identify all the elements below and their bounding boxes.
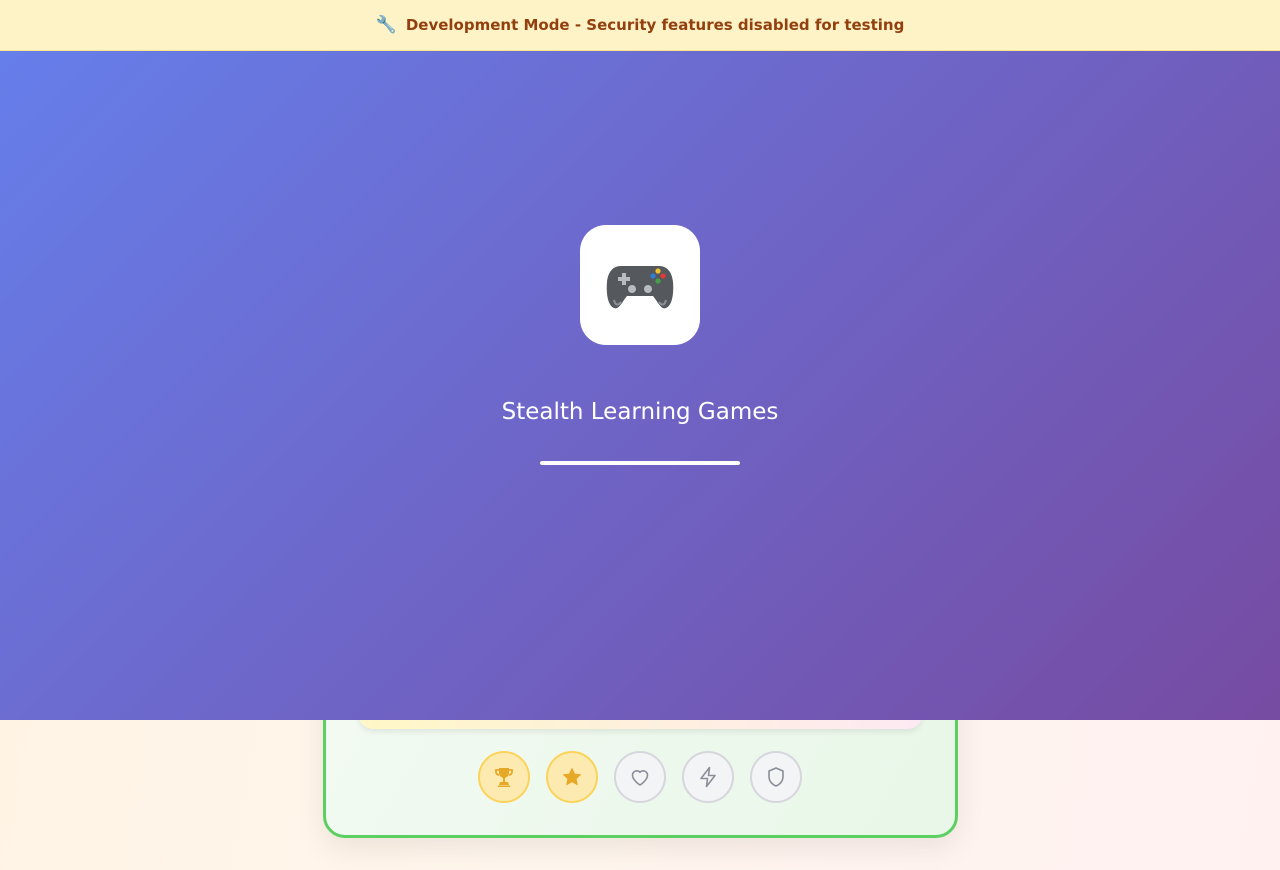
star-icon	[562, 767, 582, 786]
loading-title: Stealth Learning Games	[501, 399, 779, 425]
heart-icon	[631, 770, 649, 786]
trophy-icon	[495, 768, 513, 787]
dev-mode-banner: 🔧 Development Mode - Security features d…	[0, 0, 1280, 51]
badge-shield[interactable]	[750, 751, 802, 803]
dev-mode-banner-text: Development Mode - Security features dis…	[405, 16, 905, 34]
badge-heart[interactable]	[614, 751, 666, 803]
lightning-icon	[700, 766, 716, 788]
wrench-icon: 🔧	[375, 15, 397, 35]
app-logo	[580, 225, 700, 345]
badge-row	[478, 751, 802, 803]
loading-progress-fill	[540, 461, 740, 465]
gamepad-icon	[606, 266, 674, 309]
loading-overlay: Stealth Learning Games	[0, 51, 1280, 720]
badge-star[interactable]	[546, 751, 598, 803]
loading-progress-bar	[540, 461, 740, 465]
badge-trophy[interactable]	[478, 751, 530, 803]
badge-lightning[interactable]	[682, 751, 734, 803]
shield-icon	[768, 767, 784, 787]
